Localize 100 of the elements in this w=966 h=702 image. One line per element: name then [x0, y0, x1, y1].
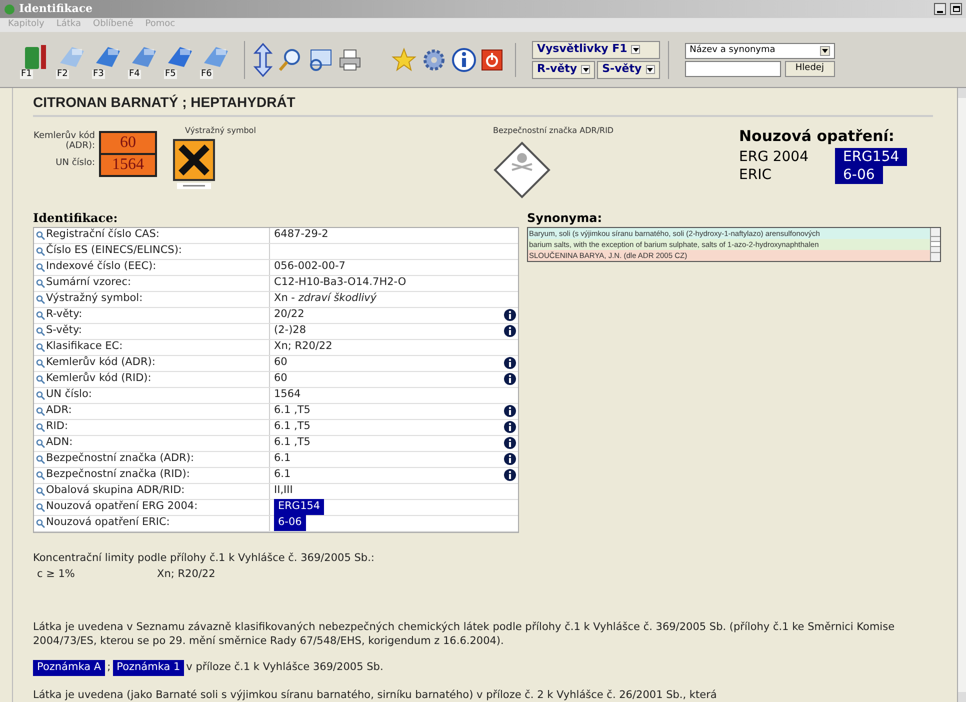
printer-icon[interactable]	[337, 46, 363, 72]
emergency-title: Nouzová opatření:	[739, 126, 896, 147]
row-label: Obalová skupina ADR/RID:	[46, 483, 185, 498]
separator: ;	[107, 660, 111, 676]
info-icon[interactable]	[504, 373, 516, 386]
row-value: 6.1 ,T5	[274, 419, 310, 434]
search-field[interactable]	[684, 60, 781, 76]
note-link[interactable]: Poznámka A	[33, 660, 106, 676]
info-icon[interactable]	[504, 357, 516, 370]
row-value: 6.1 ,T5	[274, 435, 310, 450]
toolbar-button[interactable]: F4	[128, 40, 160, 78]
info-icon[interactable]	[504, 437, 516, 450]
row-label: Číslo ES (EINECS/ELINCS):	[46, 243, 182, 258]
toolbar-button[interactable]: F6	[200, 40, 232, 78]
note-link[interactable]: Poznámka 1	[112, 660, 184, 676]
row-label: Indexové číslo (EEC):	[46, 259, 156, 274]
magnifier-icon[interactable]	[36, 358, 45, 368]
power-icon[interactable]	[481, 48, 503, 70]
magnifier-icon[interactable]	[36, 278, 45, 288]
magnifier-icon[interactable]	[36, 390, 45, 400]
row-label: S-věty:	[46, 323, 82, 338]
magnifier-icon[interactable]	[36, 374, 45, 384]
toolbar-button[interactable]: F3	[92, 40, 124, 78]
paragraph: Látka je uvedena (jako Barnaté soli s výjimkou síranu barnatého, sirníku barnatého) v příloze č. 2 k Vyhlášce č. 26/2001 Sb., která	[33, 688, 718, 702]
magnifier-icon[interactable]	[36, 326, 45, 336]
row-value: 60	[274, 355, 288, 370]
info-icon[interactable]	[504, 453, 516, 466]
info-icon[interactable]	[504, 469, 516, 482]
harmful-x-icon	[173, 139, 215, 191]
row-label: RID:	[46, 419, 68, 434]
preview-icon[interactable]	[307, 46, 333, 72]
dropdown[interactable]: R-věty	[532, 60, 596, 78]
un-number: 1564	[111, 155, 145, 175]
emergency-code-link[interactable]: ERG154	[835, 148, 908, 166]
row-label: Kemlerův kód (ADR):	[46, 355, 156, 370]
magnifier-icon[interactable]	[36, 406, 45, 416]
magnifier-icon[interactable]	[36, 438, 45, 448]
row-label: Registrační číslo CAS:	[46, 227, 160, 242]
info-icon[interactable]	[504, 405, 516, 418]
gear-icon[interactable]	[421, 46, 447, 72]
info-icon[interactable]	[451, 46, 477, 72]
caret-icon	[631, 45, 640, 54]
magnifier-icon[interactable]	[36, 454, 45, 464]
row-label: R-věty:	[46, 307, 82, 322]
section-title: Synonyma:	[527, 210, 604, 227]
magnifier-icon[interactable]	[36, 230, 45, 240]
info-icon[interactable]	[504, 309, 516, 322]
scrollbar[interactable]	[930, 228, 940, 261]
magnifier-icon[interactable]	[36, 310, 45, 320]
warning-symbol-label: Výstražný symbol	[185, 125, 256, 137]
dropdown[interactable]: S-věty	[597, 60, 660, 78]
function-key-label: F4	[128, 70, 141, 78]
magnifier-icon[interactable]	[36, 342, 45, 352]
magnifier-icon[interactable]	[36, 486, 45, 496]
magnifier-icon[interactable]	[36, 262, 45, 272]
toolbar-button[interactable]: F2	[56, 40, 88, 78]
paragraph: Látka je uvedena v Seznamu závazně klasifikovaných nebezpečných chemických látek podle přílohy č.1 k Vyhlášce č. 369/2005 Sb. (přílohy č.1 ke Směrnici Komise 2004/73/ES, kterou se po 29. mění směrnice Rady 67/548/EHS, korigendum z 16.6.2004).	[33, 620, 896, 648]
row-label: Nouzová opatření ERG 2004:	[46, 499, 198, 514]
row-label: Bezpečnostní značka (RID):	[46, 467, 190, 482]
row-value: Xn - zdraví škodlivý	[274, 291, 377, 306]
minimize-button[interactable]	[934, 3, 946, 15]
app-icon	[4, 4, 15, 14]
magnifier-icon[interactable]	[36, 422, 45, 432]
value-link[interactable]: 6-06	[274, 515, 306, 532]
page-scrollbar[interactable]	[957, 88, 966, 702]
info-icon[interactable]	[504, 325, 516, 338]
magnifier-icon[interactable]	[36, 502, 45, 512]
row-value: 6.1	[274, 451, 291, 466]
row-value: Xn; R20/22	[274, 339, 332, 354]
caret-icon	[820, 46, 830, 56]
hazard-code: 60	[101, 133, 155, 155]
dropdown[interactable]: Vysvětlivky F1	[532, 40, 660, 58]
skull-diamond-icon	[493, 141, 551, 199]
row-label: ADN:	[46, 435, 73, 450]
row-value: 6.1	[274, 467, 291, 482]
up-down-arrow-icon[interactable]	[253, 42, 273, 76]
toolbar-button[interactable]: F5	[164, 40, 196, 78]
row-label: Nouzová opatření ERIC:	[46, 515, 170, 530]
search-button[interactable]: Hledej	[784, 60, 835, 76]
emergency-label: ERIC	[739, 166, 772, 184]
row-label: Klasifikace EC:	[46, 339, 123, 354]
field-label: Kemlerův kód (ADR):	[33, 131, 95, 151]
emergency-label: ERG 2004	[739, 148, 810, 166]
magnifier-icon[interactable]	[36, 518, 45, 528]
magnifier-icon[interactable]	[36, 246, 45, 256]
row-value: II,III	[274, 483, 293, 498]
value-link[interactable]: ERG154	[274, 499, 324, 516]
search-icon[interactable]	[277, 46, 303, 72]
magnifier-icon[interactable]	[36, 294, 45, 304]
row-value: 60	[274, 371, 288, 386]
toolbar-button[interactable]: F1	[20, 40, 52, 78]
row-label: UN číslo:	[46, 387, 92, 402]
magnifier-icon[interactable]	[36, 470, 45, 480]
star-icon[interactable]	[391, 46, 417, 72]
row-label: Výstražný symbol:	[46, 291, 143, 306]
maximize-button[interactable]	[950, 3, 962, 15]
search-mode-select[interactable]: Název a synonyma	[684, 42, 835, 58]
field-label: UN číslo:	[56, 157, 95, 170]
emergency-code-link[interactable]: 6-06	[835, 166, 883, 184]
info-icon[interactable]	[504, 421, 516, 434]
